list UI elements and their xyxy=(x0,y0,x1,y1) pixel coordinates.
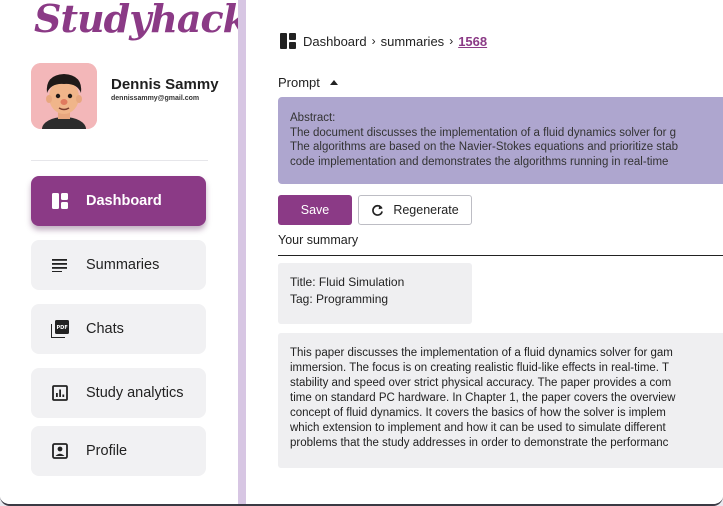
sidebar-item-label: Study analytics xyxy=(86,385,184,401)
app-logo: Studyhacks xyxy=(34,0,269,41)
chevron-right-icon: › xyxy=(371,34,376,48)
main-content: Dashboard › summaries › 1568 Prompt Abst… xyxy=(246,0,723,504)
breadcrumb-item-summaries[interactable]: summaries xyxy=(381,34,445,49)
svg-text:PDF: PDF xyxy=(57,325,68,331)
prompt-toggle[interactable]: Prompt xyxy=(278,75,338,90)
summary-line: concept of fluid dynamics. It covers the… xyxy=(290,407,666,419)
breadcrumb-dashboard-icon xyxy=(280,33,296,49)
summary-tag: Tag: Programming xyxy=(290,292,389,306)
sidebar-item-chats[interactable]: PDF Chats xyxy=(31,304,206,354)
refresh-icon xyxy=(372,204,384,216)
summary-body: This paper discusses the implementation … xyxy=(278,333,723,468)
breadcrumb-item-current[interactable]: 1568 xyxy=(458,34,487,49)
profile-icon xyxy=(51,442,69,460)
prompt-line: Abstract: xyxy=(290,112,336,124)
sidebar-item-dashboard[interactable]: Dashboard xyxy=(31,176,206,226)
sidebar-separator xyxy=(238,0,246,504)
sidebar-item-label: Summaries xyxy=(86,257,160,273)
user-email: dennissammy@gmail.com xyxy=(111,95,200,102)
sidebar-item-profile[interactable]: Profile xyxy=(31,426,206,476)
regenerate-label: Regenerate xyxy=(393,203,459,217)
caret-up-icon xyxy=(329,80,338,85)
summary-divider xyxy=(278,255,723,256)
regenerate-button[interactable]: Regenerate xyxy=(358,195,472,225)
chevron-right-icon: › xyxy=(449,34,454,48)
avatar xyxy=(31,63,97,129)
save-button[interactable]: Save xyxy=(278,195,352,225)
breadcrumb-item-dashboard[interactable]: Dashboard xyxy=(303,34,367,49)
summary-line: problems that the study addresses in ord… xyxy=(290,437,669,449)
sidebar: Studyhacks Dennis Sammy dennissammy@gmai… xyxy=(0,0,269,504)
sidebar-item-summaries[interactable]: Summaries xyxy=(31,240,206,290)
pdf-icon: PDF xyxy=(51,320,69,338)
sidebar-item-study-analytics[interactable]: Study analytics xyxy=(31,368,206,418)
analytics-icon xyxy=(51,384,69,402)
dashboard-icon xyxy=(51,192,69,210)
summary-title: Title: Fluid Simulation xyxy=(290,275,405,289)
summary-heading: Your summary xyxy=(278,233,359,247)
sidebar-item-label: Chats xyxy=(86,321,124,337)
prompt-label: Prompt xyxy=(278,75,320,90)
summary-meta: Title: Fluid Simulation Tag: Programming xyxy=(278,263,472,324)
prompt-abstract: Abstract: The document discusses the imp… xyxy=(278,97,723,184)
sidebar-item-label: Profile xyxy=(86,443,128,459)
summary-line: immersion. The focus is on creating real… xyxy=(290,362,670,374)
sidebar-item-label: Dashboard xyxy=(86,193,162,209)
list-icon xyxy=(51,256,69,274)
summary-line: which extension to implement and how it … xyxy=(290,422,666,434)
summary-line: time on standard PC hardware. In Chapter… xyxy=(290,392,676,404)
summary-line: stability and speed over strict physical… xyxy=(290,377,672,389)
summary-line: This paper discusses the implementation … xyxy=(290,347,673,359)
sidebar-divider xyxy=(31,160,208,161)
user-name: Dennis Sammy xyxy=(111,76,219,93)
prompt-line: code implementation and demonstrates the… xyxy=(290,155,669,168)
prompt-line: The algorithms are based on the Navier-S… xyxy=(290,141,679,153)
prompt-line: The document discusses the implementatio… xyxy=(290,126,677,139)
app-window: Studyhacks Dennis Sammy dennissammy@gmai… xyxy=(0,0,723,506)
breadcrumb: Dashboard › summaries › 1568 xyxy=(280,33,490,49)
